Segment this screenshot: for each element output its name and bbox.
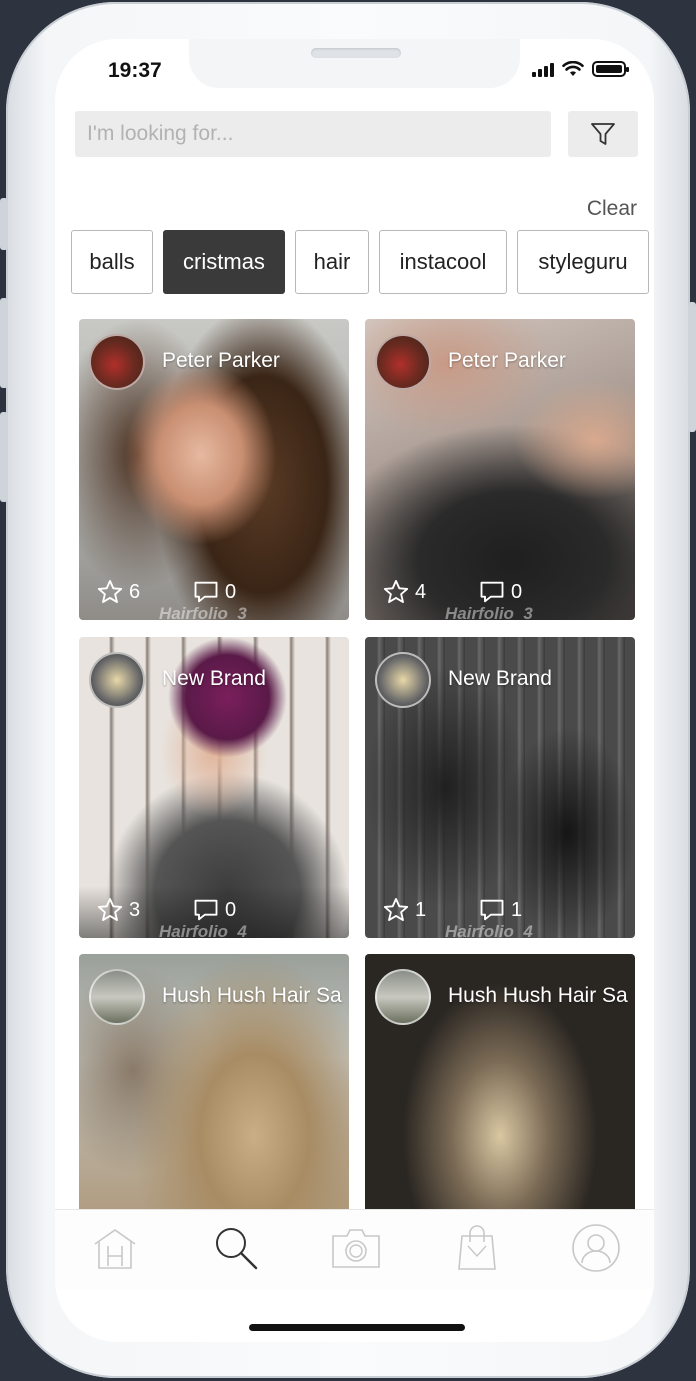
speaker-grille	[311, 48, 401, 58]
status-time: 19:37	[108, 59, 162, 82]
author-name[interactable]: New Brand	[448, 667, 552, 691]
author-avatar[interactable]	[89, 969, 145, 1025]
watermark: Hairfolio_4	[445, 922, 533, 938]
author-name[interactable]: Peter Parker	[448, 349, 566, 373]
star-count[interactable]: 4	[381, 578, 426, 606]
tab-home[interactable]	[89, 1222, 141, 1274]
tab-camera[interactable]	[330, 1222, 382, 1274]
comment-icon	[480, 899, 504, 921]
star-count-value: 4	[415, 580, 427, 603]
post-card[interactable]: New Brand 1 1 Hairfolio_4	[365, 637, 635, 938]
watermark: Hairfolio_4	[159, 922, 247, 938]
star-count-value: 1	[415, 898, 427, 921]
volume-down-button	[0, 412, 8, 502]
post-stats: 3 0 Hairfolio_4	[79, 886, 349, 938]
wifi-icon	[562, 61, 584, 76]
cellular-signal-icon	[532, 63, 554, 77]
tag-cristmas[interactable]: cristmas	[163, 230, 285, 294]
watermark: Hairfolio_3	[159, 604, 247, 620]
author-avatar[interactable]	[375, 969, 431, 1025]
phone-frame: 19:37 Clear balls cristmas hair inst	[0, 2, 696, 1378]
author-avatar[interactable]	[375, 334, 431, 390]
battery-icon	[592, 61, 629, 77]
author-avatar[interactable]	[89, 334, 145, 390]
star-count[interactable]: 1	[381, 896, 426, 924]
post-card[interactable]: Hush Hush Hair Sa	[365, 954, 635, 1214]
notch	[189, 39, 520, 88]
author-name[interactable]: Hush Hush Hair Sa	[448, 984, 628, 1008]
comment-count-value: 1	[511, 898, 523, 921]
post-stats: 1 1 Hairfolio_4	[365, 886, 635, 938]
filter-button[interactable]	[568, 111, 638, 157]
author-avatar[interactable]	[89, 652, 145, 708]
home-icon	[94, 1229, 136, 1269]
search-input[interactable]	[75, 111, 551, 157]
star-count-value: 6	[129, 580, 141, 603]
comment-count-value: 0	[225, 898, 237, 921]
author-name[interactable]: Hush Hush Hair Sa	[162, 984, 342, 1008]
post-stats: 6 0 Hairfolio_3	[79, 568, 349, 620]
comment-count[interactable]: 0	[191, 896, 236, 924]
comment-icon	[194, 581, 218, 603]
clear-button[interactable]: Clear	[587, 197, 637, 221]
post-card[interactable]: Peter Parker 4 0 Hairfolio_3	[365, 319, 635, 620]
status-icons	[532, 61, 629, 77]
comment-count-value: 0	[511, 580, 523, 603]
post-card[interactable]: Peter Parker 6 0 Hairfolio_3	[79, 319, 349, 620]
comment-icon	[480, 581, 504, 603]
volume-up-button	[0, 298, 8, 388]
tag-balls[interactable]: balls	[71, 230, 153, 294]
search-icon	[216, 1228, 258, 1270]
author-name[interactable]: Peter Parker	[162, 349, 280, 373]
home-indicator[interactable]	[249, 1324, 465, 1331]
tag-styleguru[interactable]: styleguru	[517, 230, 649, 294]
star-icon	[97, 897, 123, 921]
power-button	[688, 302, 696, 432]
comment-count[interactable]: 1	[477, 896, 522, 924]
star-icon	[97, 579, 123, 603]
app-screen: 19:37 Clear balls cristmas hair inst	[55, 39, 654, 1342]
comment-icon	[194, 899, 218, 921]
comment-count-value: 0	[225, 580, 237, 603]
comment-count[interactable]: 0	[477, 578, 522, 606]
shopping-bag-icon	[458, 1225, 496, 1270]
star-count-value: 3	[129, 898, 141, 921]
author-name[interactable]: New Brand	[162, 667, 266, 691]
author-avatar[interactable]	[375, 652, 431, 708]
watermark: Hairfolio_3	[445, 604, 533, 620]
mute-switch	[0, 198, 8, 250]
tag-hair[interactable]: hair	[295, 230, 369, 294]
camera-icon	[332, 1229, 380, 1268]
tab-search[interactable]	[210, 1222, 262, 1274]
star-count[interactable]: 6	[95, 578, 140, 606]
tab-profile[interactable]	[570, 1222, 622, 1274]
tag-instacool[interactable]: instacool	[379, 230, 507, 294]
star-count[interactable]: 3	[95, 896, 140, 924]
tag-list: balls cristmas hair instacool styleguru	[71, 230, 654, 294]
post-stats: 4 0 Hairfolio_3	[365, 568, 635, 620]
post-card[interactable]: New Brand 3 0 Hairfolio_4	[79, 637, 349, 938]
profile-icon	[572, 1224, 620, 1272]
filter-icon	[591, 123, 615, 145]
tab-bar	[55, 1209, 654, 1289]
star-icon	[383, 897, 409, 921]
post-card[interactable]: Hush Hush Hair Sa	[79, 954, 349, 1214]
star-icon	[383, 579, 409, 603]
comment-count[interactable]: 0	[191, 578, 236, 606]
tab-shop[interactable]	[451, 1222, 503, 1274]
